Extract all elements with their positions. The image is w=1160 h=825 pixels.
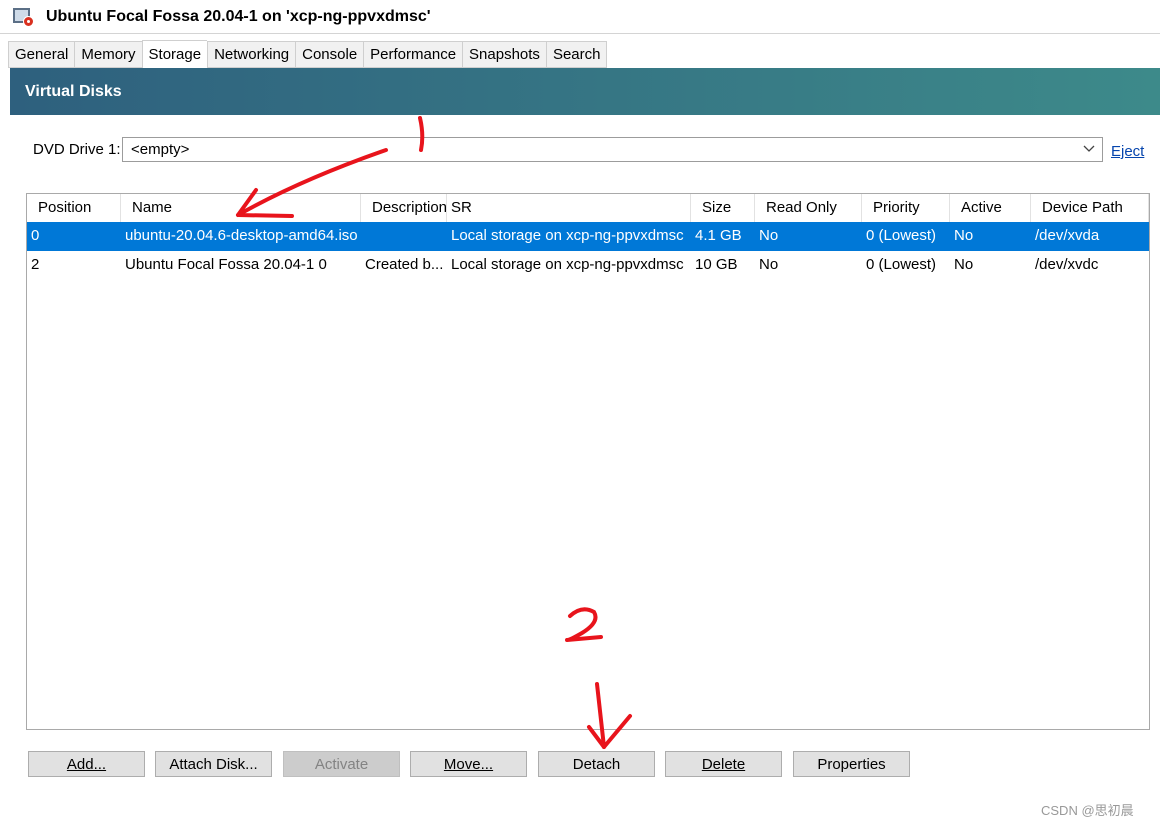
attach-disk-button[interactable]: Attach Disk... xyxy=(155,751,272,777)
panel-title: Virtual Disks xyxy=(25,82,122,100)
cell-read-only: No xyxy=(759,256,779,273)
column-header-description[interactable]: Description xyxy=(361,194,447,223)
column-header-size[interactable]: Size xyxy=(691,194,755,223)
add-button[interactable]: Add... xyxy=(28,751,145,777)
attach-disk-button-label: Attach Disk... xyxy=(169,755,258,773)
delete-button[interactable]: Delete xyxy=(665,751,782,777)
column-header-priority[interactable]: Priority xyxy=(862,194,950,223)
column-header-sr[interactable]: SR xyxy=(447,194,691,223)
move-button-label: Move... xyxy=(443,755,494,773)
window-titlebar: Ubuntu Focal Fossa 20.04-1 on 'xcp-ng-pp… xyxy=(0,0,1160,34)
tab-snapshots[interactable]: Snapshots xyxy=(462,41,546,68)
column-header-read-only[interactable]: Read Only xyxy=(755,194,862,223)
detach-button-label: Detach xyxy=(572,755,621,773)
tab-memory[interactable]: Memory xyxy=(74,41,142,68)
cell-priority: 0 (Lowest) xyxy=(866,227,937,244)
tab-networking[interactable]: Networking xyxy=(207,41,296,68)
dvd-drive-select[interactable]: <empty> xyxy=(122,137,1103,162)
grid-header-row: Position Name Description SR Size Read O… xyxy=(27,194,1149,223)
cell-active: No xyxy=(954,227,974,244)
virtual-disks-grid[interactable]: Position Name Description SR Size Read O… xyxy=(26,193,1150,730)
tab-console[interactable]: Console xyxy=(295,41,364,68)
move-button[interactable]: Move... xyxy=(410,751,527,777)
column-header-position[interactable]: Position xyxy=(27,194,121,223)
cell-description xyxy=(361,222,447,251)
dvd-drive-value: <empty> xyxy=(131,141,190,158)
window-title: Ubuntu Focal Fossa 20.04-1 on 'xcp-ng-pp… xyxy=(46,7,431,25)
cell-name: Ubuntu Focal Fossa 20.04-1 0 xyxy=(125,256,327,273)
chevron-down-icon xyxy=(1083,145,1095,152)
cell-position: 2 xyxy=(31,256,40,273)
properties-button-label: Properties xyxy=(817,755,886,773)
tab-general[interactable]: General xyxy=(8,41,75,68)
tab-storage[interactable]: Storage xyxy=(141,40,208,69)
column-header-active[interactable]: Active xyxy=(950,194,1031,223)
table-row[interactable]: 0 ubuntu-20.04.6-desktop-amd64.iso Local… xyxy=(27,222,1149,251)
cell-read-only: No xyxy=(759,227,779,244)
virtual-disks-header: Virtual Disks xyxy=(10,68,1160,115)
table-row[interactable]: 2 Ubuntu Focal Fossa 20.04-1 0 Created b… xyxy=(27,251,1149,280)
detach-button[interactable]: Detach xyxy=(538,751,655,777)
delete-button-label: Delete xyxy=(701,755,746,773)
tab-bar: General Memory Storage Networking Consol… xyxy=(8,40,608,69)
cell-sr: Local storage on xcp-ng-ppvxdmsc xyxy=(451,227,684,244)
properties-button[interactable]: Properties xyxy=(793,751,910,777)
tab-search[interactable]: Search xyxy=(545,41,608,68)
cell-size: 4.1 GB xyxy=(695,227,742,244)
cell-description: Created b... xyxy=(365,256,444,273)
watermark: CSDN @思初晨 xyxy=(1041,803,1134,818)
cell-name: ubuntu-20.04.6-desktop-amd64.iso xyxy=(125,227,358,244)
cell-position: 0 xyxy=(31,227,40,244)
column-header-name[interactable]: Name xyxy=(121,194,361,223)
column-header-device-path[interactable]: Device Path xyxy=(1031,194,1149,223)
activate-button[interactable]: Activate xyxy=(283,751,400,777)
cell-device-path: /dev/xvdc xyxy=(1035,256,1099,273)
cell-active: No xyxy=(954,256,974,273)
dvd-drive-label: DVD Drive 1: xyxy=(33,141,121,158)
cell-sr: Local storage on xcp-ng-ppvxdmsc xyxy=(451,256,684,273)
vm-stopped-icon xyxy=(12,7,34,27)
cell-size: 10 GB xyxy=(695,256,738,273)
tab-performance[interactable]: Performance xyxy=(363,41,463,68)
cell-device-path: /dev/xvda xyxy=(1035,227,1100,244)
add-button-label: Add... xyxy=(66,755,107,773)
eject-link[interactable]: Eject xyxy=(1111,143,1144,160)
activate-button-label: Activate xyxy=(314,755,369,773)
cell-priority: 0 (Lowest) xyxy=(866,256,937,273)
